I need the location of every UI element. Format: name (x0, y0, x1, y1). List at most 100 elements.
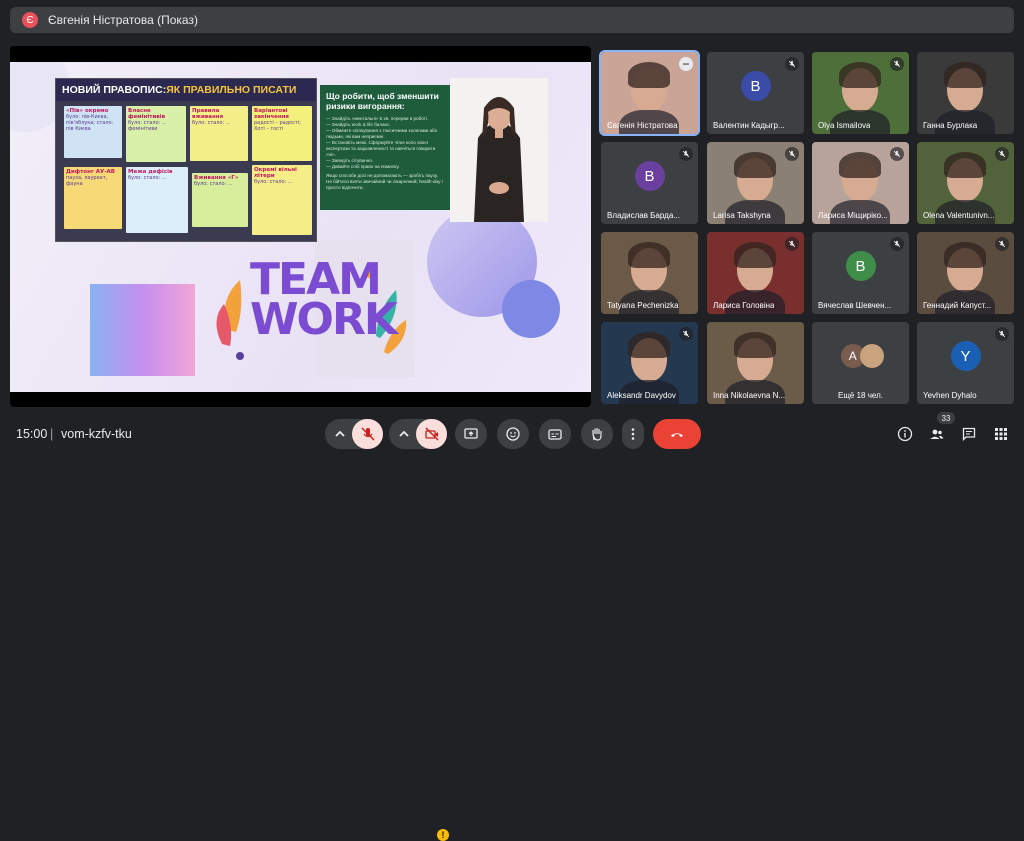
chat-icon (962, 427, 976, 442)
participant-tile[interactable]: Y Yevhen Dyhalo (917, 322, 1014, 404)
participant-avatar: Y (950, 341, 981, 372)
participant-tile[interactable]: А Ещё 18 чел. (812, 322, 909, 404)
presenter-title: Євгенія Ністратова (Показ) (48, 13, 198, 27)
captions-icon (548, 429, 562, 440)
mic-options-button[interactable] (327, 419, 353, 449)
teamwork-text: TEAM WORK (250, 254, 398, 345)
participant-tile[interactable]: Aleksandr Davydov (601, 322, 698, 404)
participant-name: Валентин Кадыгр... (713, 121, 785, 130)
info-icon (897, 426, 913, 442)
burnout-tips-panel: Що робити, щоб зменшити ризики вигорання… (320, 85, 450, 210)
participant-name: Yevhen Dyhalo (923, 391, 977, 400)
mic-off-icon (890, 237, 904, 251)
mic-off-icon (360, 427, 375, 441)
people-icon (930, 429, 944, 439)
emoji-icon (506, 427, 520, 441)
decor-rectangle (90, 284, 195, 376)
separator: | (50, 427, 54, 441)
woman-photo (450, 78, 548, 222)
participant-name: Ганна Бурлака (923, 121, 978, 130)
sticky-note: Варіантові закінчення радості – радості; … (252, 106, 312, 161)
participant-name: Aleksandr Davydov (607, 391, 676, 400)
mic-off-icon (890, 57, 904, 71)
camera-options-button[interactable] (391, 419, 417, 449)
participant-tile[interactable]: Ганна Бурлака (917, 52, 1014, 134)
sticky-note: Межа дефісів було: стало: ... (126, 167, 188, 233)
participant-hair (944, 152, 986, 178)
participant-avatar: В (740, 71, 771, 102)
participant-name: Inna Nikolaevna N... (713, 391, 786, 400)
slide: НОВИЙ ПРАВОПИС: ЯК ПРАВИЛЬНО ПИСАТИ «Пів… (10, 62, 591, 392)
tip-line: — Встановіть межі. Сформуйте чітке коло … (326, 140, 436, 157)
tip-line: — Обмежте спілкування з токсичними колег… (326, 128, 438, 139)
mic-off-icon (995, 147, 1009, 161)
participant-name: Геннадий Капуст... (923, 301, 992, 310)
participant-tile[interactable]: Лариса Міщиріко... (812, 142, 909, 224)
participant-tile[interactable]: Larisa Takshyna (707, 142, 804, 224)
participant-hair (839, 152, 881, 178)
participant-tile[interactable]: Olena Valentunivn... (917, 142, 1014, 224)
participant-hair (628, 62, 670, 88)
participant-hair (734, 242, 776, 268)
participant-avatar: В (845, 251, 876, 282)
leave-call-button[interactable] (653, 419, 701, 449)
captions-button[interactable] (539, 419, 571, 449)
presentation-screen[interactable]: НОВИЙ ПРАВОПИС: ЯК ПРАВИЛЬНО ПИСАТИ «Пів… (10, 46, 591, 407)
mic-off-icon (785, 237, 799, 251)
participant-name: Ещё 18 чел. (838, 391, 883, 400)
participant-tile[interactable]: В Владислав Барда... (601, 142, 698, 224)
reactions-button[interactable] (497, 419, 529, 449)
rules-panel: НОВИЙ ПРАВОПИС: ЯК ПРАВИЛЬНО ПИСАТИ «Пів… (55, 78, 317, 242)
meeting-code: vom-kzfv-tku (61, 427, 132, 441)
sticky-note: Окремі вільні літери було: стало: ... (252, 165, 312, 235)
participant-name: Larisa Takshyna (713, 211, 771, 220)
raise-hand-button[interactable] (581, 419, 613, 449)
participant-hair (628, 332, 670, 358)
mic-off-icon (995, 237, 1009, 251)
mic-off-icon (890, 147, 904, 161)
sticky-note: Дифтонг АУ-АВ пауза, лауреат, фауна (64, 167, 122, 229)
activities-button[interactable] (985, 418, 1017, 450)
mic-off-icon (679, 327, 693, 341)
sticky-note: «Пів» окремо було: пів-Києва, пів'яблука;… (64, 106, 122, 158)
participant-hair (734, 332, 776, 358)
mic-off-icon (995, 327, 1009, 341)
camera-toggle-button[interactable] (416, 419, 447, 449)
camera-off-icon (424, 427, 439, 441)
sticky-note: Вживання «Г» було: стало: ... (192, 173, 248, 227)
participant-name: Лариса Міщиріко... (818, 211, 888, 220)
participant-tile[interactable]: Inna Nikolaevna N... (707, 322, 804, 404)
participant-tile[interactable]: Геннадий Капуст... (917, 232, 1014, 314)
presenter-bar: Є Євгенія Ністратова (Показ) (10, 7, 1014, 33)
meeting-details-button[interactable] (889, 418, 921, 450)
tile-more-options-icon[interactable] (679, 57, 693, 71)
participant-tile[interactable]: Євгенія Ністратова (599, 50, 700, 136)
participant-tile[interactable]: Olya Ismailova (812, 52, 909, 134)
chat-button[interactable] (953, 418, 985, 450)
more-vert-icon (631, 428, 635, 440)
participant-name: Olena Valentunivn... (923, 211, 995, 220)
participant-hair (628, 242, 670, 268)
mic-toggle-button[interactable] (352, 419, 383, 449)
participant-tile[interactable]: Tatyana Pechenizka (601, 232, 698, 314)
participant-hair (944, 62, 986, 88)
participant-tile[interactable]: В Валентин Кадыгр... (707, 52, 804, 134)
chevron-up-icon (399, 430, 409, 437)
rules-title: НОВИЙ ПРАВОПИС: (62, 84, 167, 96)
participant-name: Вячеслав Шевчен... (818, 301, 892, 310)
teamwork-illustration: TEAM WORK (210, 254, 410, 368)
present-icon (464, 428, 478, 439)
mic-off-icon (785, 147, 799, 161)
participant-avatar (860, 344, 885, 369)
participant-hair (839, 62, 881, 88)
warning-badge: ! (437, 829, 449, 841)
tip-line: Якщо способи досі не допомагають — зробі… (326, 173, 443, 190)
mic-off-icon (679, 147, 693, 161)
participant-name: Євгенія Ністратова (607, 121, 678, 130)
participant-name: Лариса Головіна (713, 301, 775, 310)
participant-tile[interactable]: В Вячеслав Шевчен... (812, 232, 909, 314)
apps-grid-icon (995, 428, 1007, 440)
present-screen-button[interactable] (455, 419, 487, 449)
participant-tile[interactable]: Лариса Головіна (707, 232, 804, 314)
more-options-button[interactable] (622, 419, 644, 449)
